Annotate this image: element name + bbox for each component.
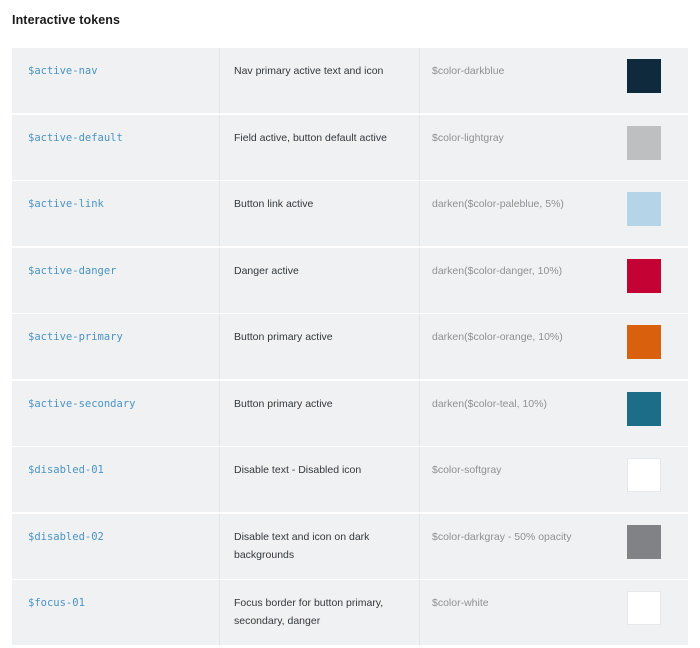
page-title: Interactive tokens	[12, 13, 121, 27]
table-row: $active-nav Nav primary active text and i…	[12, 48, 688, 113]
design-tokens-page: Interactive tokens $active-nav Nav primar…	[0, 0, 700, 648]
swatch-color-orange-darken-10	[627, 325, 661, 359]
token-name: $active-link	[28, 198, 104, 210]
token-description: Disable text and icon on dark background…	[234, 530, 370, 561]
token-name: $disabled-02	[28, 530, 104, 543]
token-value: darken($color-teal, 10%)	[432, 397, 547, 410]
token-name: $active-default	[28, 131, 123, 144]
token-value-cell: darken($color-orange, 10%)	[420, 314, 616, 379]
token-description-cell: Nav primary active text and icon	[220, 48, 420, 113]
token-name-cell: $active-secondary	[12, 380, 220, 446]
token-name: $disabled-01	[28, 464, 104, 476]
token-name-cell: $disabled-02	[12, 513, 220, 579]
token-name: $active-secondary	[28, 397, 136, 410]
token-description: Focus border for button primary, seconda…	[234, 597, 384, 627]
token-description-cell: Button primary active	[220, 380, 420, 446]
token-value-cell: $color-lightgray	[420, 115, 616, 180]
token-description: Danger active	[234, 264, 299, 277]
table-row: $disabled-01 Disable text - Disabled icon…	[12, 447, 688, 512]
token-swatch-cell	[616, 514, 688, 579]
token-name: $focus-01	[28, 597, 85, 609]
token-name-cell: $active-link	[12, 181, 220, 246]
token-value: darken($color-paleblue, 5%)	[432, 198, 564, 210]
token-description-cell: Focus border for button primary, seconda…	[220, 580, 420, 645]
token-name-cell: $active-primary	[12, 314, 220, 379]
token-value: $color-white	[432, 597, 489, 609]
token-description-cell: Button link active	[220, 181, 420, 246]
table-row: $focus-01 Focus border for button primary…	[12, 580, 688, 645]
swatch-color-danger-darken-10	[627, 258, 661, 293]
token-description-cell: Button primary active	[220, 314, 420, 379]
swatch-color-lightgray	[627, 125, 661, 160]
token-swatch-cell	[616, 580, 688, 645]
interactive-tokens-table: $active-nav Nav primary active text and i…	[12, 48, 688, 647]
token-value: $color-lightgray	[432, 131, 504, 144]
token-description-cell: Disable text and icon on dark background…	[220, 513, 420, 579]
token-swatch-cell	[616, 115, 688, 180]
token-description-cell: Danger active	[220, 247, 420, 313]
token-description-cell: Disable text - Disabled icon	[220, 447, 420, 512]
token-swatch-cell	[616, 314, 688, 379]
swatch-color-teal-darken-10	[627, 391, 661, 426]
token-description: Button primary active	[234, 331, 333, 343]
table-row: $active-danger Danger active darken($color…	[12, 247, 688, 313]
token-description: Button link active	[234, 198, 314, 210]
token-name-cell: $active-nav	[12, 48, 220, 113]
token-value-cell: darken($color-paleblue, 5%)	[420, 181, 616, 246]
token-swatch-cell	[616, 248, 688, 313]
token-description: Nav primary active text and icon	[234, 65, 384, 77]
swatch-color-softgray	[627, 458, 661, 492]
token-swatch-cell	[616, 381, 688, 446]
table-row: $active-default Field active, button defa…	[12, 114, 688, 180]
token-value: darken($color-danger, 10%)	[432, 264, 563, 277]
swatch-color-paleblue-darken-5	[627, 192, 661, 226]
token-name: $active-nav	[28, 65, 98, 77]
token-value: $color-darkgray - 50% opacity	[432, 530, 572, 543]
swatch-color-white	[627, 591, 661, 625]
token-swatch-cell	[616, 447, 688, 512]
token-name-cell: $active-danger	[12, 247, 220, 313]
token-name-cell: $focus-01	[12, 580, 220, 645]
table-row: $active-link Button link active darken($co…	[12, 181, 688, 246]
token-value-cell: darken($color-danger, 10%)	[420, 248, 616, 313]
table-row: $disabled-02 Disable text and icon on dar…	[12, 513, 688, 579]
token-value: $color-darkblue	[432, 65, 505, 77]
token-value: $color-softgray	[432, 464, 502, 476]
token-value-cell: $color-softgray	[420, 447, 616, 512]
token-swatch-cell	[616, 181, 688, 246]
swatch-color-darkgray-50-opacity	[627, 524, 661, 559]
table-row: $active-primary Button primary active dark…	[12, 314, 688, 379]
token-value-cell: darken($color-teal, 10%)	[420, 381, 616, 446]
token-name-cell: $disabled-01	[12, 447, 220, 512]
token-description-cell: Field active, button default active	[220, 114, 420, 180]
swatch-color-darkblue	[627, 59, 661, 93]
token-description: Button primary active	[234, 397, 333, 410]
token-description: Disable text - Disabled icon	[234, 464, 362, 476]
token-name: $active-danger	[28, 264, 117, 277]
token-name-cell: $active-default	[12, 114, 220, 180]
token-value-cell: $color-darkblue	[420, 48, 616, 113]
token-value-cell: $color-darkgray - 50% opacity	[420, 514, 616, 579]
token-value: darken($color-orange, 10%)	[432, 331, 563, 343]
token-swatch-cell	[616, 48, 688, 113]
token-description: Field active, button default active	[234, 131, 387, 144]
token-value-cell: $color-white	[420, 580, 616, 645]
table-row: $active-secondary Button primary active da…	[12, 380, 688, 446]
token-name: $active-primary	[28, 331, 123, 343]
